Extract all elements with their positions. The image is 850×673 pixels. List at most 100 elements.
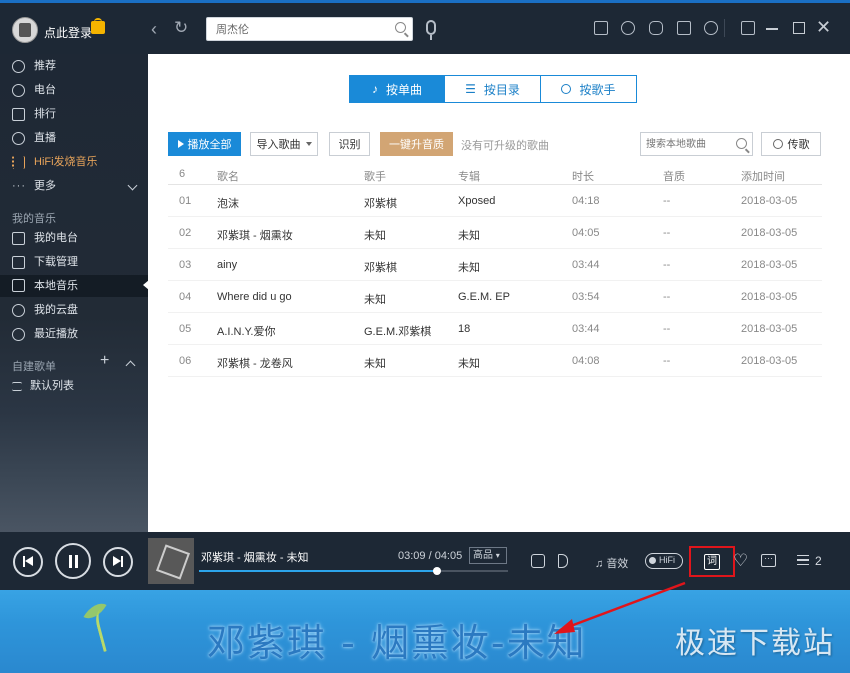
more-options-icon[interactable]: ··· [761, 554, 776, 567]
song-album[interactable]: 未知 [458, 227, 480, 243]
sidebar-item-hifi[interactable]: HiFi发烧音乐 [12, 152, 148, 172]
sidebar-item-more[interactable]: ··· 更多 [12, 176, 148, 196]
song-table: 6 歌名 歌手 专辑 时长 音质 添加时间 01 泡沫 邓紫棋 Xposed 0… [168, 165, 822, 377]
sound-effect-button[interactable]: ♫ 音效 [595, 555, 628, 571]
search-icon[interactable] [736, 138, 747, 149]
table-row[interactable]: 02 邓紫琪 - 烟熏妆 未知 未知 04:05 -- 2018-03-05 [168, 217, 822, 249]
upload-button[interactable]: 传歌 [761, 132, 821, 156]
playlist-count: 2 [815, 554, 822, 568]
song-album[interactable]: 未知 [458, 259, 480, 275]
progress-handle[interactable] [432, 567, 441, 575]
progress-bar[interactable] [199, 567, 508, 575]
toolbar-divider [724, 19, 725, 37]
song-artist[interactable]: 邓紫棋 [364, 195, 397, 211]
upgrade-quality-button[interactable]: 一键升音质 [380, 132, 453, 156]
now-playing-title[interactable]: 邓紫琪 - 烟熏妆 - 未知 [201, 549, 309, 565]
mini-mode-icon[interactable] [741, 21, 755, 35]
user-avatar[interactable] [12, 17, 38, 43]
maximize-icon[interactable] [793, 22, 805, 34]
gift-icon[interactable] [677, 21, 691, 35]
sidebar-item-my-radio[interactable]: 我的电台 [12, 228, 148, 248]
song-album[interactable]: 未知 [458, 355, 480, 371]
sidebar-item-downloads[interactable]: 下载管理 [12, 252, 148, 272]
song-artist[interactable]: 未知 [364, 291, 386, 307]
song-name[interactable]: 泡沫 [217, 195, 239, 211]
song-album[interactable]: Xposed [458, 195, 495, 207]
song-album[interactable]: G.E.M. EP [458, 291, 510, 303]
sidebar-item-radio[interactable]: 电台 [12, 80, 148, 100]
volume-icon[interactable] [558, 554, 568, 568]
sidebar-item-recommend[interactable]: 推荐 [12, 56, 148, 76]
minimize-icon[interactable] [766, 28, 778, 30]
vip-gift-icon[interactable] [91, 18, 105, 34]
song-artist[interactable]: 邓紫棋 [364, 259, 397, 275]
speaker-icon [12, 279, 25, 292]
song-album[interactable]: 18 [458, 323, 470, 335]
tab-by-song[interactable]: ♪ 按单曲 [349, 75, 445, 103]
table-row[interactable]: 05 A.I.N.Y.爱你 G.E.M.邓紫棋 18 03:44 -- 2018… [168, 313, 822, 345]
table-row[interactable]: 01 泡沫 邓紫棋 Xposed 04:18 -- 2018-03-05 [168, 185, 822, 217]
local-search-input[interactable] [641, 133, 733, 155]
import-songs-button[interactable]: 导入歌曲 [250, 132, 318, 156]
voice-search-icon[interactable] [426, 20, 436, 40]
playback-time: 03:09 / 04:05 [398, 550, 463, 562]
desktop-lyric-text[interactable]: 邓紫琪 - 烟熏妆-未知 [207, 612, 587, 667]
add-playlist-icon[interactable]: + [100, 352, 109, 370]
skin-icon[interactable] [594, 21, 608, 35]
header-album[interactable]: 专辑 [458, 168, 480, 184]
tab-by-artist[interactable]: 按歌手 [541, 75, 637, 103]
song-name[interactable]: 邓紫棋 - 龙卷风 [217, 355, 293, 371]
song-name[interactable]: Where did u go [217, 291, 292, 303]
song-name[interactable]: ainy [217, 259, 237, 271]
hifi-toggle[interactable]: HiFi [645, 553, 683, 569]
login-link[interactable]: 点此登录 [44, 24, 92, 41]
search-icon[interactable] [395, 22, 406, 33]
table-row[interactable]: 03 ainy 邓紫棋 未知 03:44 -- 2018-03-05 [168, 249, 822, 281]
sidebar-item-cloud[interactable]: 我的云盘 [12, 300, 148, 320]
sidebar-item-local-music[interactable]: 本地音乐 [0, 275, 149, 297]
progress-fill [199, 570, 437, 572]
header-quality[interactable]: 音质 [663, 168, 685, 184]
header-name[interactable]: 歌名 [217, 168, 239, 184]
song-added: 2018-03-05 [741, 291, 798, 303]
desktop-lyric-button[interactable]: 词 [704, 554, 720, 570]
player-bar: 邓紫琪 - 烟熏妆 - 未知 03:09 / 04:05 高品 ▾ ♫ 音效 H… [0, 532, 850, 593]
search-input[interactable] [207, 18, 387, 40]
song-artist[interactable]: 未知 [364, 227, 386, 243]
song-artist[interactable]: 未知 [364, 355, 386, 371]
sidebar-item-recent[interactable]: 最近播放 [12, 324, 148, 344]
sidebar-item-live[interactable]: 直播 [12, 128, 148, 148]
identify-button[interactable]: 识别 [329, 132, 370, 156]
sidebar-item-ranking[interactable]: 排行 [12, 104, 148, 124]
quality-selector[interactable]: 高品 ▾ [469, 547, 507, 564]
album-cover[interactable] [148, 538, 194, 584]
chevron-down-icon[interactable] [127, 180, 138, 191]
header-artist[interactable]: 歌手 [364, 168, 386, 184]
watermark-text: 极速下载站 [675, 626, 835, 661]
more-dots-icon: ··· [12, 180, 26, 192]
previous-track-button[interactable] [13, 547, 43, 577]
song-artist[interactable]: G.E.M.邓紫棋 [364, 323, 431, 339]
headphones-icon[interactable] [621, 21, 635, 35]
next-track-button[interactable] [103, 547, 133, 577]
playlist-icon[interactable] [797, 555, 809, 565]
chevron-up-icon[interactable] [125, 360, 136, 371]
song-name[interactable]: A.I.N.Y.爱你 [217, 323, 275, 339]
song-duration: 04:08 [572, 355, 600, 367]
play-all-button[interactable]: 播放全部 [168, 132, 241, 156]
settings-gear-icon[interactable] [704, 21, 718, 35]
close-icon[interactable]: ✕ [816, 17, 831, 38]
song-name[interactable]: 邓紫琪 - 烟熏妆 [217, 227, 293, 243]
table-row[interactable]: 04 Where did u go 未知 G.E.M. EP 03:54 -- … [168, 281, 822, 313]
table-row[interactable]: 06 邓紫棋 - 龙卷风 未知 未知 04:08 -- 2018-03-05 [168, 345, 822, 377]
sidebar-item-default-list[interactable]: 默认列表 [12, 376, 148, 396]
back-arrow-icon[interactable]: ‹ [151, 19, 157, 40]
heart-icon[interactable]: ♡ [733, 551, 748, 571]
pause-button[interactable] [55, 543, 91, 579]
refresh-icon[interactable]: ↻ [174, 18, 188, 38]
header-duration[interactable]: 时长 [572, 168, 594, 184]
gamepad-icon[interactable] [649, 21, 663, 35]
tab-by-folder[interactable]: ☰ 按目录 [445, 75, 541, 103]
loop-mode-icon[interactable] [531, 554, 545, 568]
header-added[interactable]: 添加时间 [741, 168, 785, 184]
